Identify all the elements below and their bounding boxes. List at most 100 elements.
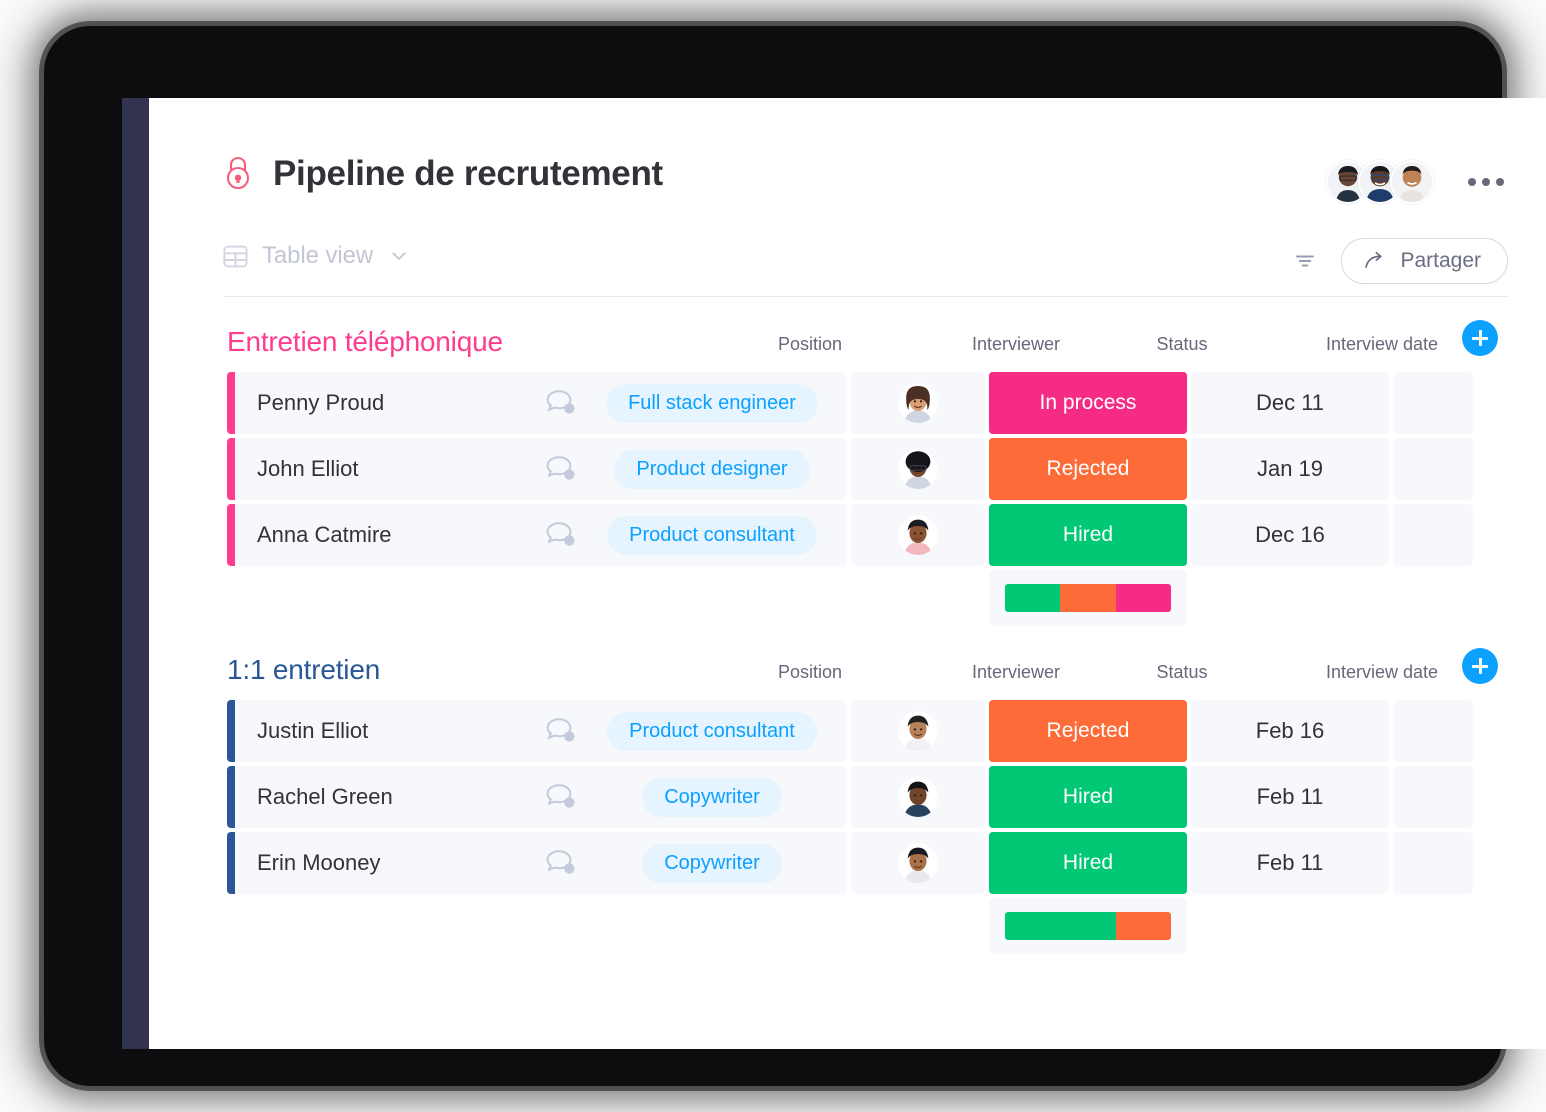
status-badge[interactable]: Rejected [989, 700, 1187, 762]
status-badge[interactable]: Hired [989, 504, 1187, 566]
position-tag[interactable]: Product designer [614, 449, 810, 489]
row-interviewer-cell[interactable] [851, 700, 985, 762]
position-tag[interactable]: Copywriter [642, 777, 782, 817]
table-row[interactable]: Penny Proud Full stack engineer In proce… [223, 372, 1508, 434]
avatar-anna-interviewer[interactable] [898, 515, 938, 555]
avatar-erin-interviewer[interactable] [898, 843, 938, 883]
interview-date: Dec 16 [1255, 522, 1325, 547]
row-status-cell[interactable]: In process [989, 372, 1187, 434]
row-name-cell[interactable]: Penny Proud [227, 372, 599, 434]
comment-bubble-icon [546, 522, 575, 546]
row-name-cell[interactable]: Rachel Green [227, 766, 599, 828]
avatar-penny-interviewer[interactable] [898, 383, 938, 423]
row-name-cell[interactable]: Justin Elliot [227, 700, 599, 762]
avatar-member-3[interactable] [1390, 160, 1434, 204]
row-interviewer-cell[interactable] [851, 504, 985, 566]
row-extra-cell[interactable] [1393, 766, 1473, 828]
candidate-name: Erin Mooney [257, 850, 381, 875]
position-tag[interactable]: Full stack engineer [606, 383, 818, 423]
status-summary-cell[interactable] [989, 898, 1187, 954]
row-status-cell[interactable]: Rejected [989, 438, 1187, 500]
column-header-position[interactable]: Position [675, 662, 945, 683]
column-header-date[interactable]: Interview date [1283, 334, 1481, 355]
avatar-justin-interviewer[interactable] [898, 711, 938, 751]
column-header-date[interactable]: Interview date [1283, 662, 1481, 683]
share-button[interactable]: Partager [1341, 238, 1508, 284]
group-header: 1:1 entretien Position Interviewer Statu… [223, 648, 1508, 700]
row-date-cell[interactable]: Feb 16 [1191, 700, 1389, 762]
row-extra-cell[interactable] [1393, 504, 1473, 566]
row-interviewer-cell[interactable] [851, 832, 985, 894]
group-title[interactable]: Entretien téléphonique [227, 326, 503, 358]
avatar-rachel-interviewer[interactable] [898, 777, 938, 817]
position-tag[interactable]: Product consultant [607, 515, 817, 555]
row-interviewer-cell[interactable] [851, 372, 985, 434]
board-members-avatars[interactable] [1326, 160, 1434, 204]
column-header-interviewer[interactable]: Interviewer [949, 662, 1083, 683]
status-summary-cell[interactable] [989, 570, 1187, 626]
row-date-cell[interactable]: Feb 11 [1191, 766, 1389, 828]
candidate-name: Justin Elliot [257, 718, 369, 743]
table-row[interactable]: Anna Catmire Product consultant Hired De… [223, 504, 1508, 566]
row-interviewer-cell[interactable] [851, 438, 985, 500]
row-date-cell[interactable]: Jan 19 [1191, 438, 1389, 500]
interview-date: Dec 11 [1255, 390, 1325, 415]
status-badge[interactable]: Hired [989, 832, 1187, 894]
row-date-cell[interactable]: Dec 11 [1191, 372, 1389, 434]
view-switcher[interactable]: Table view [223, 238, 409, 270]
row-status-cell[interactable]: Hired [989, 766, 1187, 828]
column-header-status[interactable]: Status [1083, 662, 1281, 683]
row-name-cell[interactable]: John Elliot [227, 438, 599, 500]
status-summary-bar [1005, 912, 1171, 940]
position-tag[interactable]: Copywriter [642, 843, 782, 883]
board-toolbar: Table view Partager [223, 238, 1508, 297]
table-row[interactable]: John Elliot Product designer Rejected Ja… [223, 438, 1508, 500]
row-date-cell[interactable]: Dec 16 [1191, 504, 1389, 566]
row-interviewer-cell[interactable] [851, 766, 985, 828]
row-position-cell[interactable]: Full stack engineer [577, 372, 847, 434]
column-header-status[interactable]: Status [1083, 334, 1281, 355]
status-summary-segment [1115, 584, 1171, 612]
column-header-position[interactable]: Position [675, 334, 945, 355]
status-badge[interactable]: Rejected [989, 438, 1187, 500]
group-title[interactable]: 1:1 entretien [227, 654, 380, 686]
comment-bubble-icon [546, 390, 575, 414]
more-menu-button[interactable] [1464, 170, 1508, 194]
avatar-john-interviewer[interactable] [898, 449, 938, 489]
table-row[interactable]: Rachel Green Copywriter Hired Feb 11 [223, 766, 1508, 828]
row-date-cell[interactable]: Feb 11 [1191, 832, 1389, 894]
row-position-cell[interactable]: Product consultant [577, 700, 847, 762]
chevron-down-icon[interactable] [387, 246, 409, 266]
row-position-cell[interactable]: Product designer [577, 438, 847, 500]
row-name-cell[interactable]: Anna Catmire [227, 504, 599, 566]
column-header-interviewer[interactable]: Interviewer [949, 334, 1083, 355]
row-extra-cell[interactable] [1393, 438, 1473, 500]
header-actions [1326, 154, 1508, 204]
row-position-cell[interactable]: Copywriter [577, 832, 847, 894]
filter-icon[interactable] [1293, 249, 1317, 273]
row-position-cell[interactable]: Product consultant [577, 504, 847, 566]
interview-date: Feb 11 [1256, 784, 1324, 809]
board-content: Pipeline de recrutement Table view Parta… [149, 98, 1546, 1049]
row-status-cell[interactable]: Hired [989, 832, 1187, 894]
row-extra-cell[interactable] [1393, 700, 1473, 762]
table-row[interactable]: Justin Elliot Product consultant Rejecte… [223, 700, 1508, 762]
status-badge[interactable]: Hired [989, 766, 1187, 828]
row-extra-cell[interactable] [1393, 832, 1473, 894]
status-summary-segment [1060, 584, 1116, 612]
candidate-name: Penny Proud [257, 390, 385, 415]
comment-bubble-icon [546, 850, 575, 874]
table-row[interactable]: Erin Mooney Copywriter Hired Feb 11 [223, 832, 1508, 894]
board-header: Pipeline de recrutement [223, 154, 1508, 218]
row-status-cell[interactable]: Hired [989, 504, 1187, 566]
add-item-button[interactable] [1462, 320, 1498, 356]
board-title-group: Pipeline de recrutement [223, 154, 663, 192]
row-position-cell[interactable]: Copywriter [577, 766, 847, 828]
row-extra-cell[interactable] [1393, 372, 1473, 434]
row-status-cell[interactable]: Rejected [989, 700, 1187, 762]
row-name-cell[interactable]: Erin Mooney [227, 832, 599, 894]
status-badge[interactable]: In process [989, 372, 1187, 434]
position-tag[interactable]: Product consultant [607, 711, 817, 751]
add-item-button[interactable] [1462, 648, 1498, 684]
app-sidebar-rail [122, 98, 149, 1049]
